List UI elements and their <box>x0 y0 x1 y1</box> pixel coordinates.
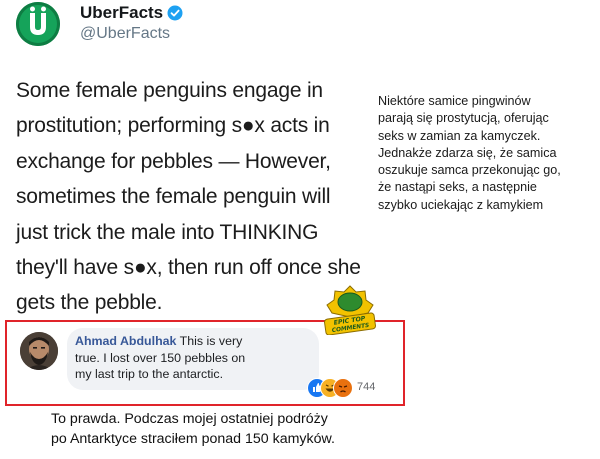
tweet-text-line: Some female penguins engage in <box>16 79 323 102</box>
tweet-text-line: sometimes the female penguin will <box>16 185 331 209</box>
comment-text: Ahmad Abdulhak This is very true. I lost… <box>75 333 315 383</box>
reaction-count: 744 <box>357 381 376 393</box>
account-handle[interactable]: @UberFacts <box>80 25 170 43</box>
epic-top-comments-badge: EPIC TOP COMMENTS <box>324 285 376 335</box>
comment-body-line: true. I lost over 150 pebbles on <box>75 350 246 365</box>
tweet-text-line: just trick the male into THINKING <box>16 220 319 244</box>
caption-line: Jednakże zdarza się, że samica <box>378 145 557 160</box>
tweet-text-line: gets the pebble. <box>16 291 163 315</box>
tweet-text: Some female penguins engage in prostitut… <box>16 73 366 321</box>
uberfacts-logo-icon[interactable] <box>16 2 60 46</box>
caption-line: po Antarktyce straciłem ponad 150 kamykó… <box>51 431 335 447</box>
caption-line: seks w zamian za kamyczek. <box>378 128 541 143</box>
translation-caption-bottom: To prawda. Podczas mojej ostatniej podró… <box>51 409 431 449</box>
caption-line: Niektóre samice pingwinów <box>378 94 531 108</box>
caption-line: parają się prostytucją, oferując <box>378 111 549 126</box>
caption-line: oszukuje samca przekonując go, <box>378 163 561 178</box>
caption-line: To prawda. Podczas mojej ostatniej podró… <box>51 411 328 427</box>
caption-line: że nastąpi seks, a następnie <box>378 180 537 195</box>
angry-icon <box>333 378 353 398</box>
verified-badge-icon <box>167 5 183 21</box>
comment-body-line: This is very <box>176 334 243 348</box>
translation-caption-right: Niektóre samice pingwinów parają się pro… <box>378 93 598 214</box>
commenter-avatar[interactable] <box>20 332 58 370</box>
tweet-card: UberFacts @UberFacts Some female penguin… <box>0 0 362 320</box>
tweet-text-line: prostitution; performing s●x acts in <box>16 114 330 138</box>
comment-author-link[interactable]: Ahmad Abdulhak <box>75 334 176 348</box>
caption-line: szybko uciekając z kamykiem <box>378 197 544 212</box>
tweet-text-line: they'll have s●x, then run off once she <box>16 256 361 280</box>
tweet-text-line: exchange for pebbles — However, <box>16 149 331 173</box>
comment-body-line: my last trip to the antarctic. <box>75 367 224 382</box>
account-name[interactable]: UberFacts <box>80 3 163 23</box>
